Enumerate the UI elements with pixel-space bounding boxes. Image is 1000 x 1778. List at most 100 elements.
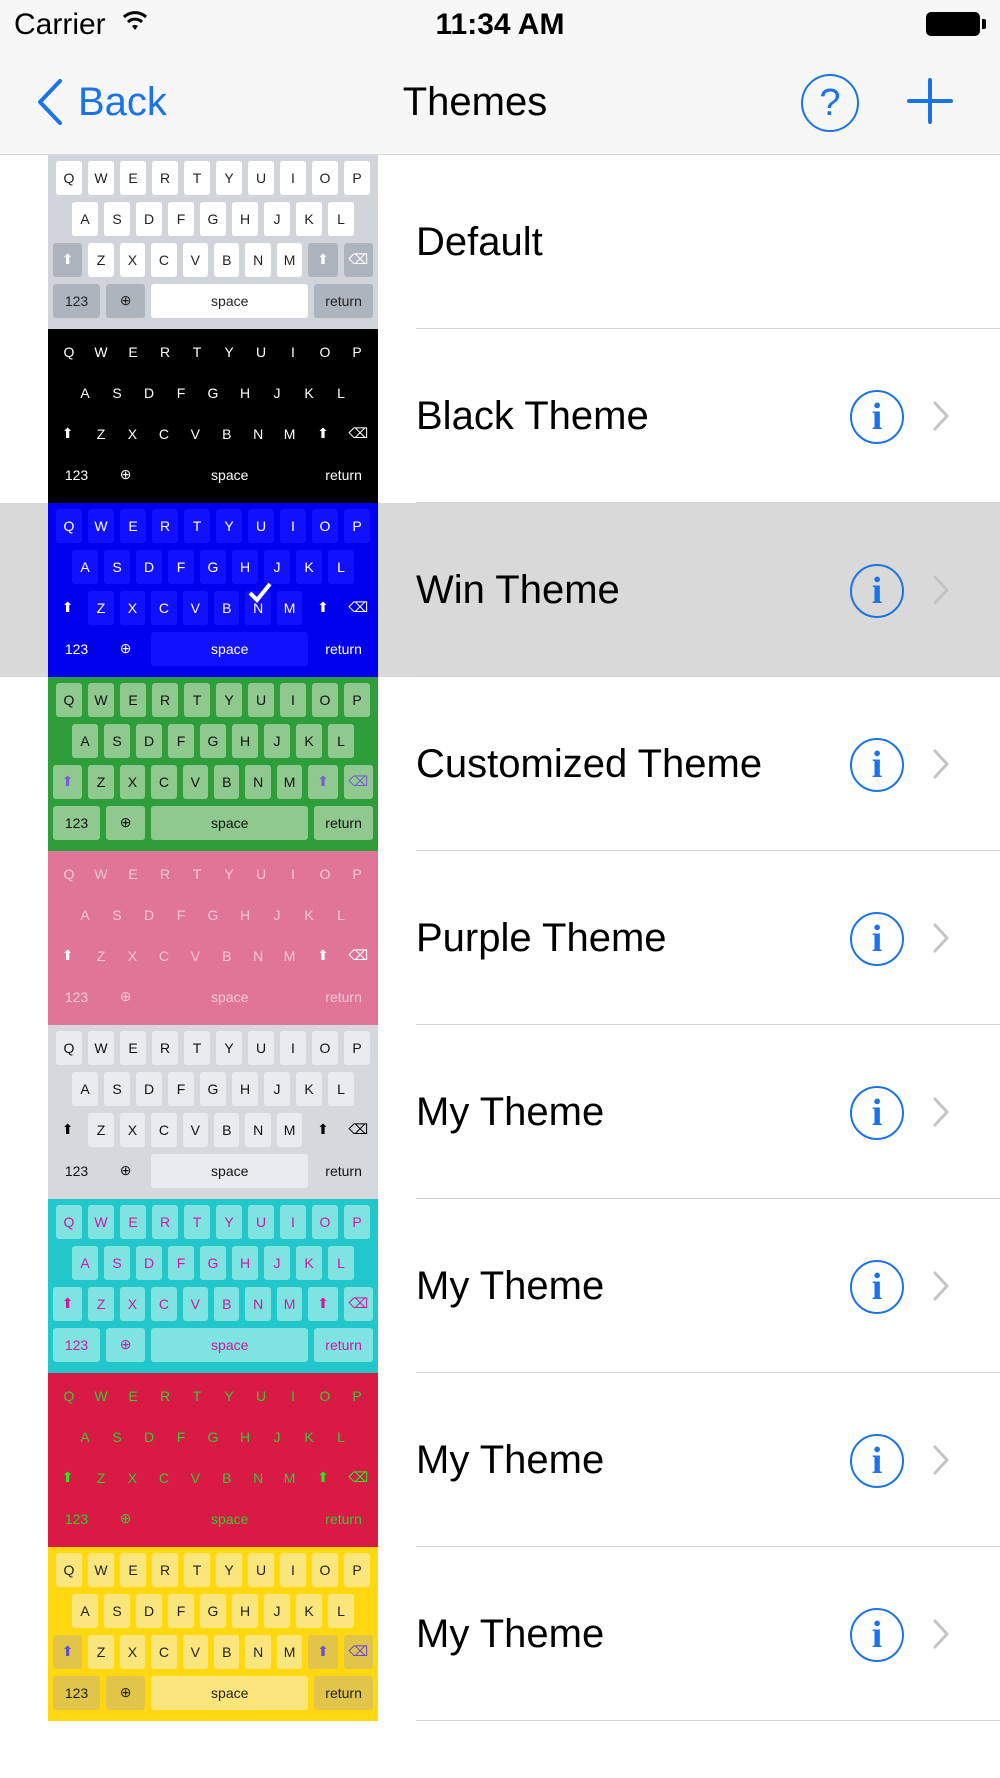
theme-row[interactable]: Q W E R T Y U I O P A S D F G H J K L ⬆ Z X C V B N M ⬆ ⌫ 123 ⊕ space re… [0,1373,1000,1547]
key: R [152,160,178,195]
theme-row[interactable]: Q W E R T Y U I O P A S D F G H J K L ⬆ Z X C V B N M ⬆ ⌫ 123 ⊕ space re… [0,503,1000,677]
shift-icon: ⬆ [53,1634,83,1669]
shift-icon: ⬆ [53,938,83,973]
shift-icon: ⬆ [308,416,338,451]
info-icon[interactable]: i [850,1434,904,1488]
keyboard-preview: Q W E R T Y U I O P A S D F G H J K L ⬆ Z X C V B N M ⬆ ⌫ 123 ⊕ space re… [48,851,378,1025]
key: Y [216,334,242,369]
delete-icon: ⌫ [343,416,373,451]
key: U [248,1552,274,1587]
key: E [120,334,146,369]
key: R [152,1030,178,1065]
key: C [151,1112,177,1147]
key: J [264,897,290,932]
theme-row[interactable]: Q W E R T Y U I O P A S D F G H J K L ⬆ Z X C V B N M ⬆ ⌫ 123 ⊕ space re… [0,1025,1000,1199]
key: B [214,938,240,973]
add-icon[interactable] [905,76,955,126]
key: X [119,764,146,799]
key: F [168,201,194,236]
key: K [296,1593,322,1628]
key: U [248,1378,274,1413]
key: T [184,1552,210,1587]
return-key: return [314,805,373,840]
key: S [104,897,130,932]
info-icon[interactable]: i [850,390,904,444]
key: V [182,1460,209,1495]
info-icon[interactable]: i [850,738,904,792]
shift-icon: ⬆ [53,590,83,625]
shift-icon: ⬆ [308,590,338,625]
key: L [328,723,354,758]
key: Y [216,1030,242,1065]
key: L [328,375,354,410]
theme-row[interactable]: Q W E R T Y U I O P A S D F G H J K L ⬆ Z X C V B N M ⬆ ⌫ 123 ⊕ space re… [0,329,1000,503]
key: V [182,416,209,451]
shift-icon: ⬆ [53,1112,83,1147]
key: S [104,549,130,584]
key: Q [56,1552,82,1587]
key: Z [88,938,114,973]
key: X [119,416,146,451]
space-key: space [151,283,309,318]
key: K [296,375,322,410]
key: U [248,682,274,717]
key: B [214,1634,240,1669]
key: E [120,856,146,891]
key: N [245,764,271,799]
key: W [88,334,114,369]
info-icon[interactable]: i [850,1608,904,1662]
key: T [184,334,210,369]
key: H [232,549,258,584]
key: P [344,1204,370,1239]
chevron-right-icon [933,923,950,953]
key: W [88,160,114,195]
key: J [264,201,290,236]
key: O [312,160,338,195]
key: J [264,1245,290,1280]
key: S [104,375,130,410]
key: V [182,242,209,277]
key: B [214,1112,240,1147]
shift-icon: ⬆ [308,1460,338,1495]
key: M [276,590,303,625]
return-key: return [314,283,373,318]
info-icon[interactable]: i [850,564,904,618]
help-button[interactable]: ? [801,74,859,132]
shift-icon: ⬆ [308,1634,338,1669]
theme-row[interactable]: Q W E R T Y U I O P A S D F G H J K L ⬆ Z X C V B N M ⬆ ⌫ 123 ⊕ space re… [0,851,1000,1025]
info-icon[interactable]: i [850,912,904,966]
key: I [280,682,306,717]
key: T [184,508,210,543]
theme-row[interactable]: Q W E R T Y U I O P A S D F G H J K L ⬆ Z X C V B N M ⬆ ⌫ 123 ⊕ space re… [0,1547,1000,1721]
battery-icon [926,12,986,36]
info-icon[interactable]: i [850,1086,904,1140]
key: Y [216,508,242,543]
key: X [119,590,146,625]
chevron-right-icon [933,1271,950,1301]
delete-icon: ⌫ [343,1634,373,1669]
key: U [248,334,274,369]
key: G [200,1071,226,1106]
key: V [182,1112,209,1147]
key: A [72,1071,98,1106]
globe-icon: ⊕ [106,1675,146,1710]
key: X [119,242,146,277]
key: E [120,508,146,543]
keyboard-preview: Q W E R T Y U I O P A S D F G H J K L ⬆ Z X C V B N M ⬆ ⌫ 123 ⊕ space re… [48,1547,378,1721]
key: H [232,723,258,758]
return-key: return [314,1153,373,1188]
key: I [280,1204,306,1239]
chevron-right-icon [933,1619,950,1649]
key: B [214,1286,240,1321]
info-icon[interactable]: i [850,1260,904,1314]
key: N [245,416,271,451]
key: G [200,723,226,758]
key: D [136,375,162,410]
key: W [88,1552,114,1587]
space-key: space [151,979,309,1014]
theme-name: Purple Theme [416,916,667,960]
theme-row[interactable]: Q W E R T Y U I O P A S D F G H J K L ⬆ Z X C V B N M ⬆ ⌫ 123 ⊕ space re… [0,155,1000,329]
row-separator [416,1720,1000,1721]
theme-row[interactable]: Q W E R T Y U I O P A S D F G H J K L ⬆ Z X C V B N M ⬆ ⌫ 123 ⊕ space re… [0,1199,1000,1373]
theme-row[interactable]: Q W E R T Y U I O P A S D F G H J K L ⬆ Z X C V B N M ⬆ ⌫ 123 ⊕ space re… [0,677,1000,851]
